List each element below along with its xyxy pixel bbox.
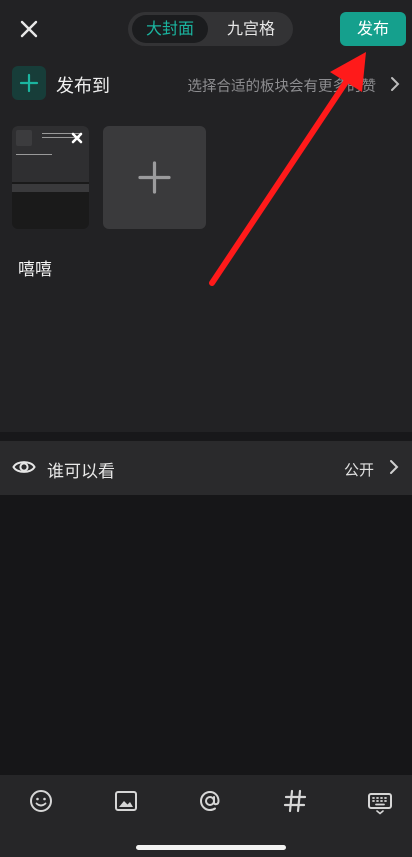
hashtag-icon [283,789,307,813]
publish-button[interactable]: 发布 [340,12,406,46]
publish-to-plus [12,66,46,100]
remove-image-icon[interactable] [70,131,84,145]
caption-text[interactable]: 嘻嘻 [18,255,52,280]
keyboard-button[interactable] [366,787,394,815]
tab-nine-grid[interactable]: 九宫格 [212,15,290,43]
section-divider [0,432,412,441]
image-button[interactable] [112,787,140,815]
visibility-label: 谁可以看 [47,462,115,482]
at-icon [199,790,220,812]
image-icon [115,791,137,811]
emoji-button[interactable] [27,787,55,815]
close-button[interactable] [14,14,44,44]
emoji-icon [30,790,52,812]
publish-to-hint: 选择合适的板块会有更多的赞 [187,79,377,95]
tab-large-cover[interactable]: 大封面 [132,15,208,43]
hashtag-button[interactable] [281,787,309,815]
plus-icon [19,73,39,93]
top-bar: 大封面 九宫格 发布 [0,0,412,58]
chevron-right-icon [390,460,399,474]
publish-to-row[interactable]: 发布到 选择合适的板块会有更多的赞 [0,62,412,106]
keyboard-icon [368,793,392,815]
close-icon [20,20,38,38]
plus-icon [138,161,171,194]
eye-icon [12,461,36,473]
visibility-value: 公开 [343,461,374,479]
empty-area [0,495,412,775]
mention-button[interactable] [196,787,224,815]
chevron-right-icon [391,77,400,91]
publish-to-label: 发布到 [56,76,110,97]
visibility-row[interactable]: 谁可以看 公开 [0,441,412,495]
add-image-button[interactable] [103,126,206,229]
home-indicator [136,845,286,850]
cover-mode-segmented: 大封面 九宫格 [128,12,293,46]
